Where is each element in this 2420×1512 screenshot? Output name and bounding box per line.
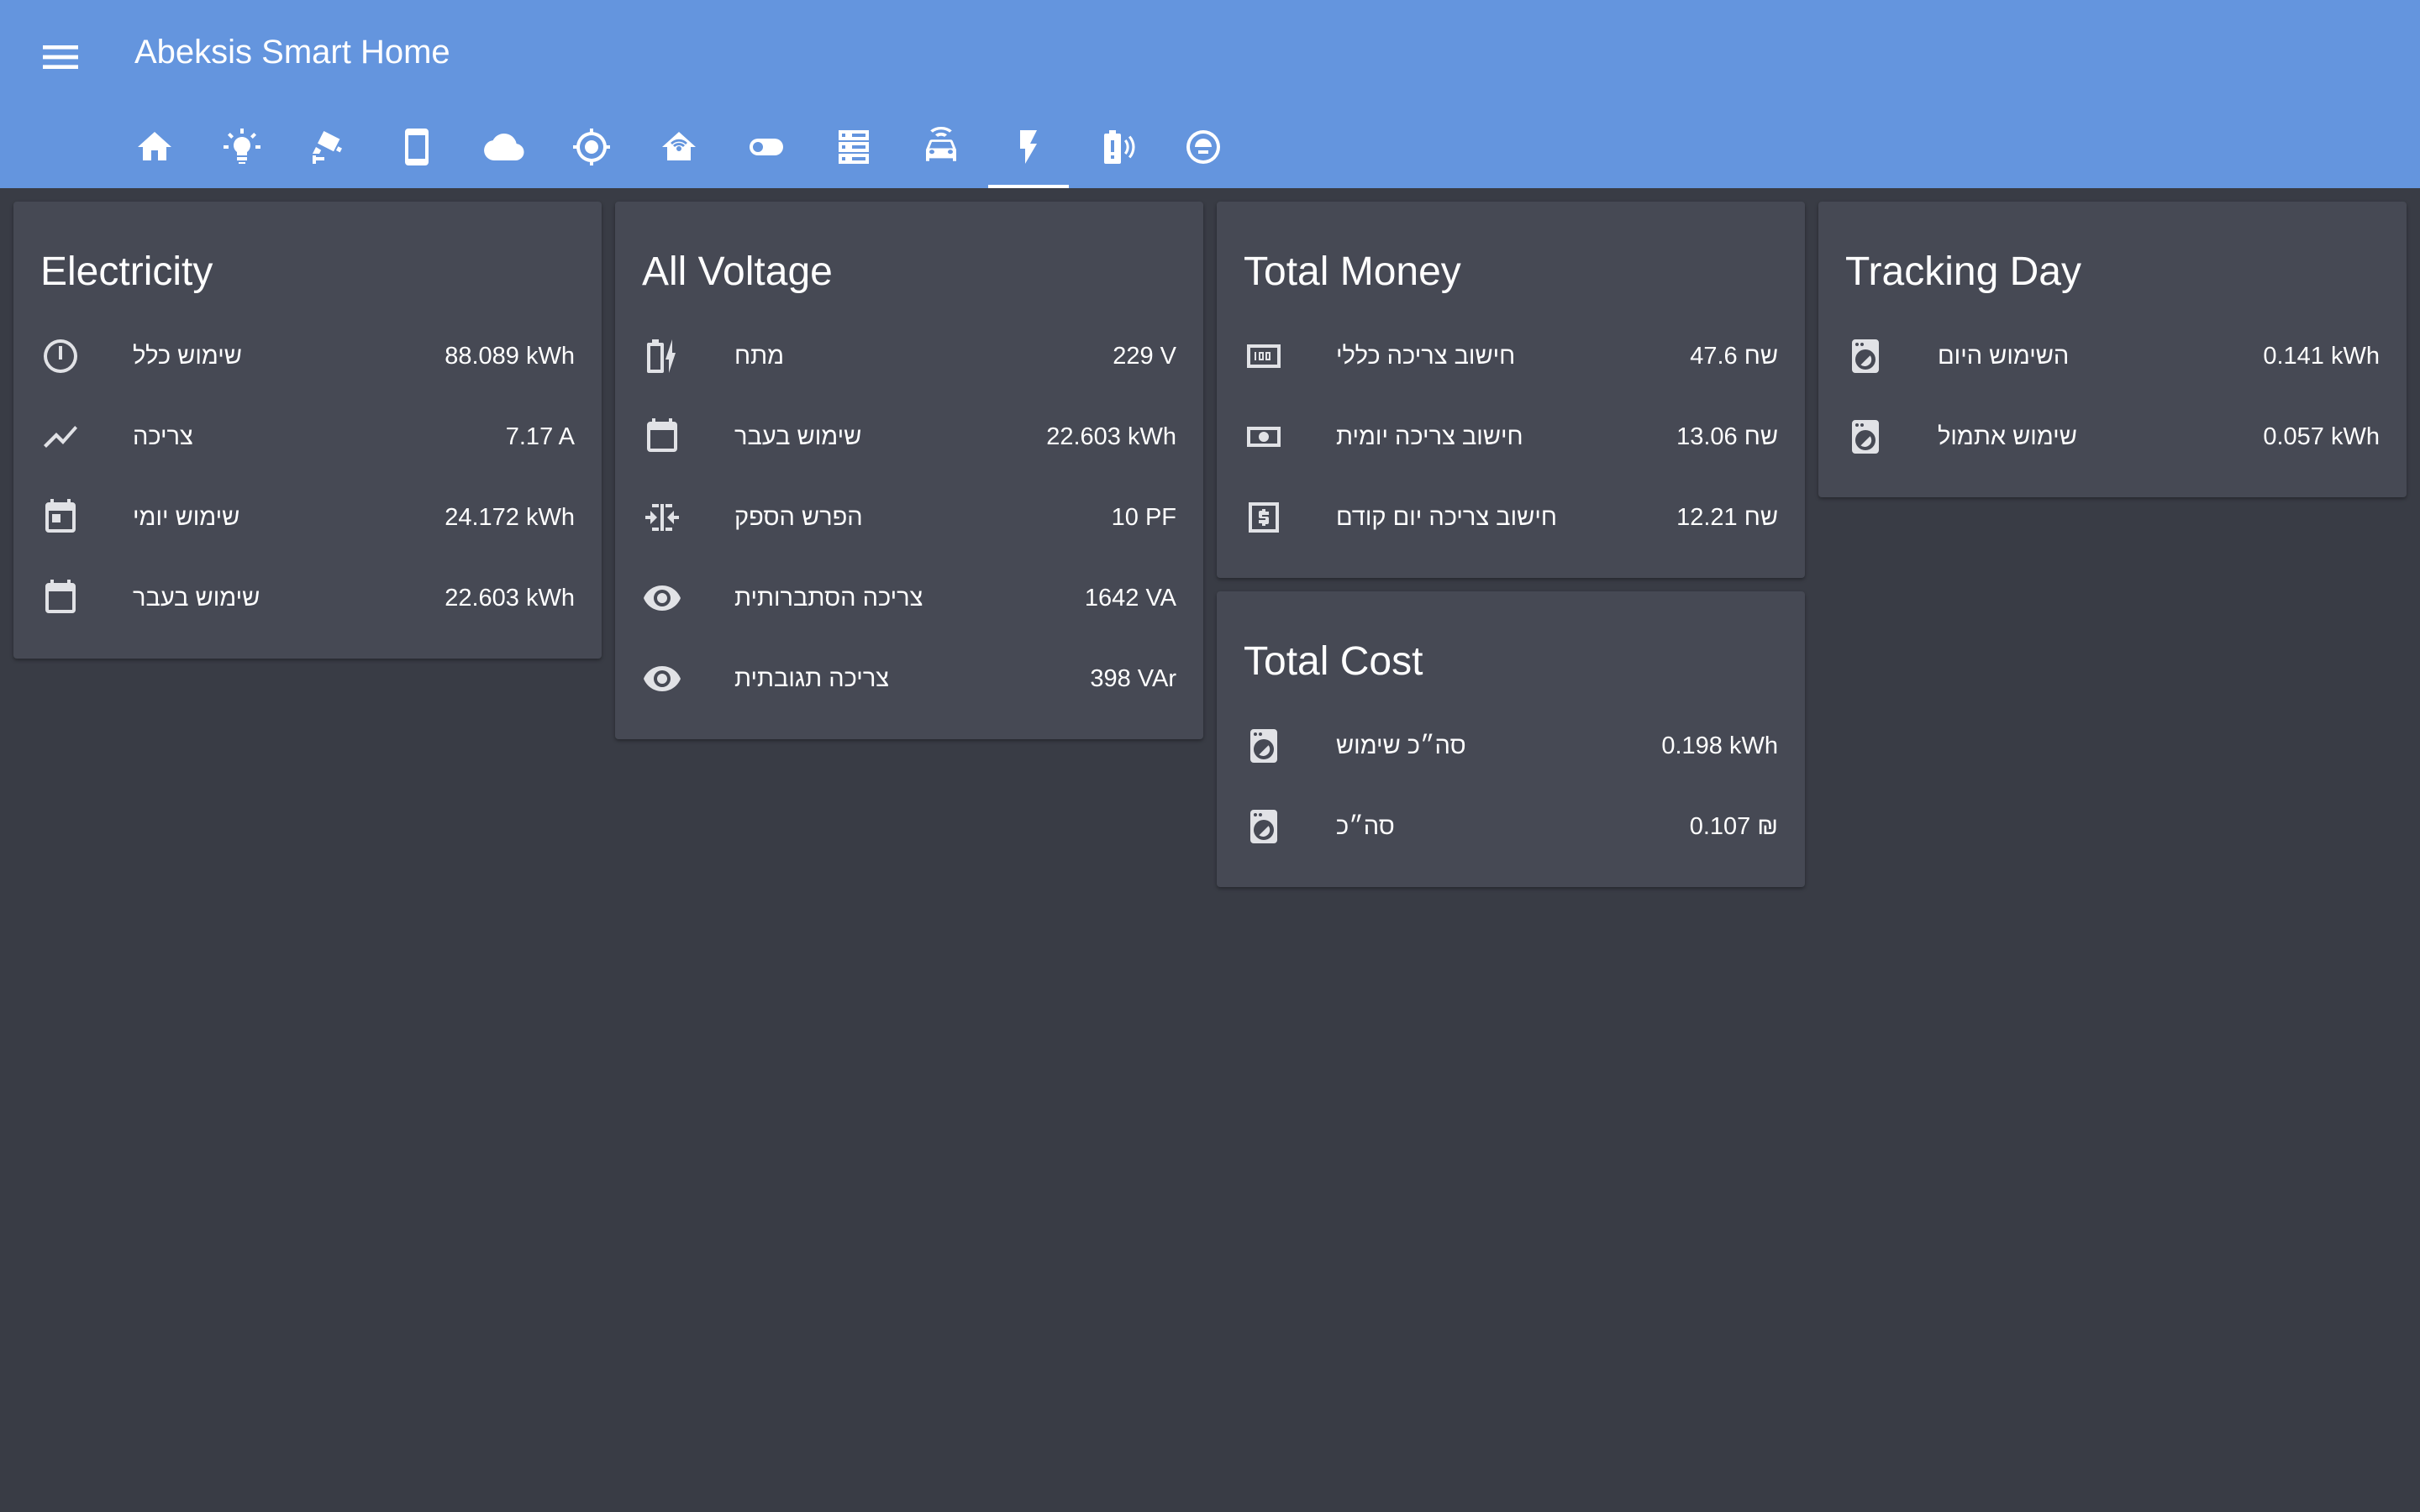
entity-row[interactable]: צריכה הסתברותית 1642 VA <box>642 564 1176 632</box>
entity-name: שימוש בעבר <box>734 423 862 450</box>
washing-machine-icon <box>1845 417 1886 457</box>
entity-value: 22.603 kWh <box>445 584 575 612</box>
cloud-icon[interactable] <box>460 106 548 188</box>
entity-name: צריכה תגובתית <box>734 664 890 692</box>
all-voltage-card: All Voltage מתח 229 V שימוש בעבר 22.603 … <box>615 202 1203 739</box>
entity-row[interactable]: חישוב צריכה יומית 13.06 שח <box>1244 403 1778 470</box>
entity-row[interactable]: שימוש בעבר 22.603 kWh <box>642 403 1176 470</box>
chart-line-icon <box>40 417 81 457</box>
entity-value: 0.057 kWh <box>2263 423 2380 450</box>
home-wifi-icon[interactable] <box>635 106 723 188</box>
entity-value: 24.172 kWh <box>445 503 575 531</box>
crosshairs-gps-icon[interactable] <box>548 106 635 188</box>
entity-row[interactable]: שימוש בעבר 22.603 kWh <box>40 564 575 632</box>
tracking-day-card: Tracking Day השימוש היום 0.141 kWh שימוש… <box>1818 202 2407 497</box>
view-tabs <box>111 106 1247 188</box>
entity-name: צריכה <box>133 423 193 450</box>
entity-value: 0.198 kWh <box>1661 732 1778 759</box>
electricity-card: Electricity שימוש כלל 88.089 kWh צריכה 7… <box>13 202 602 659</box>
entity-value: 0.107 ₪ <box>1689 812 1778 840</box>
toggle-switch-icon[interactable] <box>723 106 810 188</box>
entity-name: סה״כ <box>1336 812 1395 840</box>
entity-name: השימוש היום <box>1938 342 2070 370</box>
entity-name: הפרש הספק <box>734 503 863 531</box>
lightbulb-icon[interactable] <box>198 106 286 188</box>
total-cost-card: Total Cost סה״כ שימוש 0.198 kWh סה״כ 0.1… <box>1217 591 1805 887</box>
entity-row[interactable]: הפרש הספק 10 PF <box>642 484 1176 551</box>
card-title: Total Cost <box>1244 639 1423 684</box>
entity-name: שימוש יומי <box>133 503 240 531</box>
entity-value: 0.141 kWh <box>2263 342 2380 370</box>
entity-name: חישוב צריכה יומית <box>1336 423 1523 450</box>
server-icon[interactable] <box>810 106 897 188</box>
entity-value: 7.17 A <box>505 423 575 450</box>
entity-row[interactable]: סה״כ שימוש 0.198 kWh <box>1244 712 1778 780</box>
total-money-card: Total Money חישוב צריכה כללי 47.6 שח חיש… <box>1217 202 1805 578</box>
app-header: Abeksis Smart Home <box>0 0 2420 188</box>
card-title: Electricity <box>40 249 213 294</box>
entity-name: צריכה הסתברותית <box>734 584 923 612</box>
entity-row[interactable]: שימוש יומי 24.172 kWh <box>40 484 575 551</box>
calendar-icon <box>40 578 81 618</box>
entity-name: שימוש אתמול <box>1938 423 2077 450</box>
entity-value: 398 VAr <box>1090 664 1176 692</box>
entity-row[interactable]: השימוש היום 0.141 kWh <box>1845 323 2380 390</box>
entity-value: 10 PF <box>1111 503 1176 531</box>
entity-value: 22.603 kWh <box>1046 423 1176 450</box>
entity-value: 13.06 שח <box>1676 423 1778 450</box>
flash-icon[interactable] <box>985 106 1072 188</box>
home-icon[interactable] <box>111 106 198 188</box>
cash-100-icon <box>1244 336 1284 376</box>
menu-icon[interactable] <box>37 34 84 81</box>
washing-machine-icon <box>1845 336 1886 376</box>
car-wifi-icon[interactable] <box>897 106 985 188</box>
power-meter-icon <box>40 336 81 376</box>
battery-alert-icon[interactable] <box>1072 106 1160 188</box>
cctv-camera-icon[interactable] <box>286 106 373 188</box>
entity-row[interactable]: שימוש כלל 88.089 kWh <box>40 323 575 390</box>
entity-name: שימוש בעבר <box>133 584 260 612</box>
entity-value: 88.089 kWh <box>445 342 575 370</box>
cash-icon <box>1244 417 1284 457</box>
entity-value: 47.6 שח <box>1690 342 1778 370</box>
entity-name: חישוב צריכה יום קודם <box>1336 503 1557 531</box>
card-title: Total Money <box>1244 249 1461 294</box>
entity-row[interactable]: חישוב צריכה יום קודם 12.21 שח <box>1244 484 1778 551</box>
entity-row[interactable]: מתח 229 V <box>642 323 1176 390</box>
entity-row[interactable]: שימוש אתמול 0.057 kWh <box>1845 403 2380 470</box>
entity-value: 12.21 שח <box>1676 503 1778 531</box>
entity-name: סה״כ שימוש <box>1336 732 1466 759</box>
card-title: Tracking Day <box>1845 249 2081 294</box>
entity-row[interactable]: סה״כ 0.107 ₪ <box>1244 793 1778 860</box>
entity-value: 1642 VA <box>1084 584 1176 612</box>
calendar-today-icon <box>40 497 81 538</box>
washing-machine-icon <box>1244 806 1284 847</box>
eye-icon <box>642 659 682 699</box>
battery-charging-icon <box>642 336 682 376</box>
app-title: Abeksis Smart Home <box>134 34 450 71</box>
entity-row[interactable]: חישוב צריכה כללי 47.6 שח <box>1244 323 1778 390</box>
robot-vacuum-icon[interactable] <box>1160 106 1247 188</box>
calendar-icon <box>642 417 682 457</box>
cellphone-icon[interactable] <box>373 106 460 188</box>
currency-usd-box-icon <box>1244 497 1284 538</box>
entity-name: מתח <box>734 342 785 370</box>
eye-icon <box>642 578 682 618</box>
washing-machine-icon <box>1244 726 1284 766</box>
format-horizontal-align-center-icon <box>642 497 682 538</box>
entity-name: שימוש כלל <box>133 342 242 370</box>
entity-name: חישוב צריכה כללי <box>1336 342 1516 370</box>
entity-value: 229 V <box>1113 342 1176 370</box>
entity-row[interactable]: צריכה 7.17 A <box>40 403 575 470</box>
card-title: All Voltage <box>642 249 833 294</box>
entity-row[interactable]: צריכה תגובתית 398 VAr <box>642 645 1176 712</box>
